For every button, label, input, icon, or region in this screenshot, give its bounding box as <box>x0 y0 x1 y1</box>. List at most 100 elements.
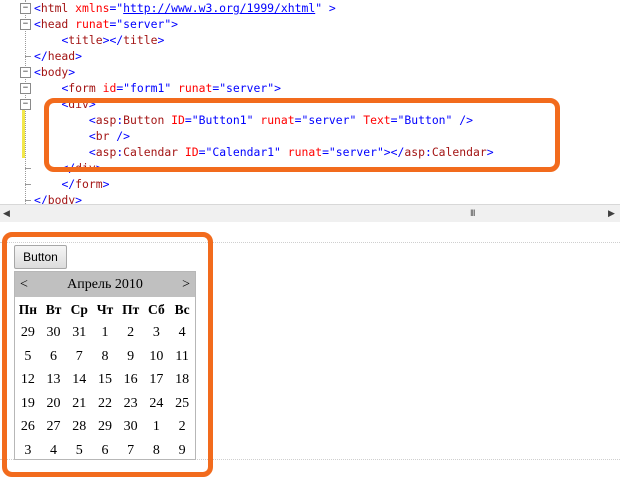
code-token: ></ <box>102 33 124 47</box>
fold-end-marker <box>25 56 31 57</box>
calendar-day[interactable]: 23 <box>118 392 144 416</box>
code-token: > <box>75 193 83 204</box>
code-token: ="server"> <box>212 81 281 95</box>
code-token: > <box>75 49 83 63</box>
calendar-day[interactable]: 2 <box>169 416 195 440</box>
code-token: ="form1" <box>116 81 172 95</box>
code-token: head <box>40 17 69 31</box>
scroll-right-icon[interactable]: ▶ <box>608 208 615 219</box>
calendar-day[interactable]: 16 <box>118 369 144 393</box>
calendar-day[interactable]: 22 <box>92 392 118 416</box>
calendar-day[interactable]: 14 <box>66 369 92 393</box>
collapse-icon[interactable]: − <box>20 3 31 14</box>
day-name: Пт <box>122 301 140 317</box>
calendar-day[interactable]: 30 <box>41 322 67 346</box>
day-names-row: Пн Вт Ср Чт Пт Сб Вс <box>15 298 195 322</box>
calendar-day[interactable]: 9 <box>118 345 144 369</box>
calendar-day[interactable]: 29 <box>92 416 118 440</box>
calendar-day[interactable]: 27 <box>41 416 67 440</box>
calendar-week-row: 29 30 31 1 2 3 4 <box>15 322 195 346</box>
calendar-day[interactable]: 26 <box>15 416 41 440</box>
code-line[interactable]: <body> <box>34 64 75 80</box>
calendar-day[interactable]: 5 <box>15 345 41 369</box>
calendar-day[interactable]: 15 <box>92 369 118 393</box>
next-month-link[interactable]: > <box>182 272 190 297</box>
code-token: < <box>34 17 41 31</box>
calendar-day[interactable]: 29 <box>15 322 41 346</box>
calendar-week-row: 12 13 14 15 16 17 18 <box>15 369 195 393</box>
collapse-icon[interactable]: − <box>20 67 31 78</box>
collapse-icon[interactable]: − <box>20 19 31 30</box>
calendar-weeks: 29 30 31 1 2 3 4 5 6 7 8 9 10 11 12 13 14 15 16 17 18 19 20 21 2… <box>15 322 195 463</box>
code-line[interactable]: </body> <box>34 192 82 204</box>
day-name: Вс <box>174 301 190 317</box>
code-token: > <box>102 177 110 191</box>
calendar-day[interactable]: 5 <box>66 439 92 463</box>
calendar-day[interactable]: 31 <box>66 322 92 346</box>
calendar-day[interactable]: 10 <box>144 345 170 369</box>
calendar[interactable]: Апрель 2010 < > Пн Вт Ср Чт Пт Сб Вс 29 3… <box>14 271 196 460</box>
calendar-day[interactable]: 19 <box>15 392 41 416</box>
scroll-thumb-grip-icon[interactable]: III <box>470 208 475 218</box>
code-token: form <box>68 81 96 95</box>
calendar-header: Апрель 2010 < > <box>15 272 195 297</box>
namespace-link[interactable]: http://www.w3.org/1999/xhtml <box>123 1 315 15</box>
calendar-week-row: 19 20 21 22 23 24 25 <box>15 392 195 416</box>
prev-month-link[interactable]: < <box>20 272 28 297</box>
day-name: Сб <box>148 301 165 317</box>
calendar-day[interactable]: 2 <box>118 322 144 346</box>
code-token: id <box>95 81 117 95</box>
calendar-day[interactable]: 7 <box>118 439 144 463</box>
fold-end-marker <box>25 184 31 185</box>
calendar-day[interactable]: 3 <box>15 439 41 463</box>
calendar-day[interactable]: 17 <box>144 369 170 393</box>
code-highlight-callout <box>44 98 560 172</box>
calendar-day[interactable]: 1 <box>144 416 170 440</box>
calendar-day[interactable]: 9 <box>169 439 195 463</box>
calendar-day[interactable]: 11 <box>169 345 195 369</box>
code-token: body <box>40 65 69 79</box>
calendar-day[interactable]: 13 <box>41 369 67 393</box>
fold-end-marker <box>25 200 31 201</box>
code-token: < <box>34 1 41 15</box>
code-line[interactable]: <head runat="server"> <box>34 16 178 32</box>
calendar-day[interactable]: 4 <box>169 322 195 346</box>
code-line[interactable]: <html xmlns="http://www.w3.org/1999/xhtm… <box>34 0 336 16</box>
code-line[interactable]: </head> <box>34 48 82 64</box>
calendar-day[interactable]: 7 <box>66 345 92 369</box>
calendar-day[interactable]: 1 <box>92 322 118 346</box>
calendar-day[interactable]: 6 <box>92 439 118 463</box>
calendar-day[interactable]: 21 <box>66 392 92 416</box>
scroll-left-icon[interactable]: ◀ <box>3 208 10 219</box>
code-line[interactable]: </form> <box>34 176 109 192</box>
calendar-day[interactable]: 30 <box>118 416 144 440</box>
calendar-day[interactable]: 18 <box>169 369 195 393</box>
code-token: xmlns <box>68 1 110 15</box>
collapse-icon[interactable]: − <box>20 83 31 94</box>
horizontal-scrollbar[interactable]: ◀ III ▶ <box>0 204 620 223</box>
code-line[interactable]: <title></title> <box>34 32 164 48</box>
calendar-day[interactable]: 4 <box>41 439 67 463</box>
calendar-week-row: 3456789 <box>15 439 195 463</box>
calendar-week-row: 5 6 7 8 9 10 11 <box>15 345 195 369</box>
code-line[interactable]: <form id="form1" runat="server"> <box>34 80 281 96</box>
calendar-day[interactable]: 3 <box>144 322 170 346</box>
calendar-day[interactable]: 25 <box>169 392 195 416</box>
day-name: Чт <box>96 301 114 317</box>
asp-button[interactable]: Button <box>14 245 67 269</box>
day-name: Вт <box>45 301 62 317</box>
day-name: Пн <box>18 301 37 317</box>
calendar-day[interactable]: 20 <box>41 392 67 416</box>
calendar-day[interactable]: 28 <box>66 416 92 440</box>
code-token: </ <box>34 193 48 204</box>
calendar-week-row: 26 27 28 29 30 1 2 <box>15 416 195 440</box>
collapse-icon[interactable]: − <box>20 99 31 110</box>
calendar-day[interactable]: 8 <box>144 439 170 463</box>
calendar-day[interactable]: 8 <box>92 345 118 369</box>
calendar-day[interactable]: 6 <box>41 345 67 369</box>
calendar-day[interactable]: 24 <box>144 392 170 416</box>
code-token: </ <box>61 177 76 191</box>
calendar-day[interactable]: 12 <box>15 369 41 393</box>
